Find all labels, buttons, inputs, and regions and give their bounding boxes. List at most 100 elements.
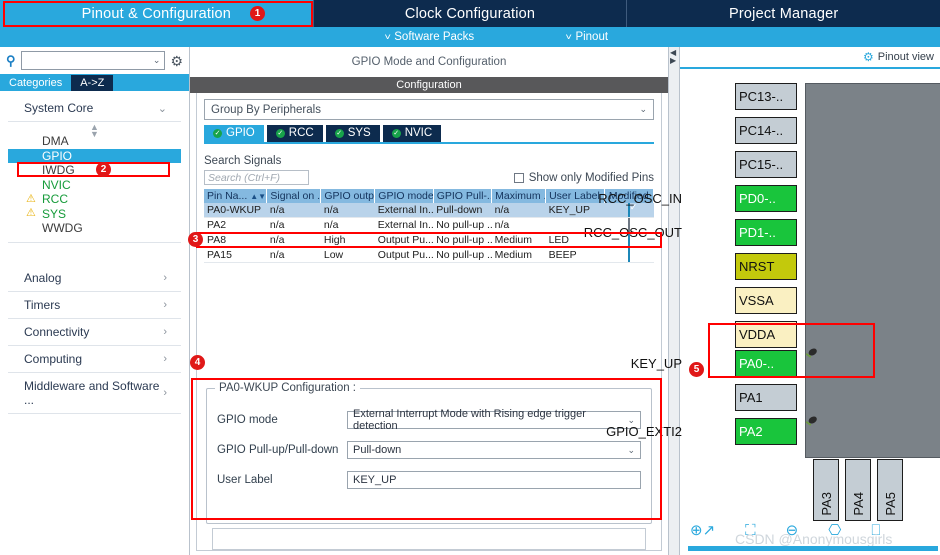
sidebar-item-sys[interactable]: ⚠ SYS [8, 207, 181, 222]
col-signal-on[interactable]: Signal on ... [266, 189, 322, 203]
tab-label: Clock Configuration [404, 5, 536, 22]
sidebar-item-wwdg[interactable]: WWDG [8, 221, 181, 236]
pinout-view-header[interactable]: ⚙ Pinout view [680, 47, 940, 69]
pin-name: PA1 [739, 390, 763, 405]
pin-name: PA4 [850, 492, 866, 516]
pin-pc13[interactable]: PC13-.. [735, 83, 797, 110]
pin-pc14[interactable]: PC14-.. [735, 117, 797, 144]
search-signals-input[interactable]: Search (Ctrl+F) [204, 170, 309, 185]
cell-gpio-mode: Output Pu... [374, 232, 434, 248]
panel-splitter[interactable]: ◀ ▶ [668, 47, 680, 555]
pin-vssa[interactable]: VSSA [735, 287, 797, 314]
annotation-badge-1: 1 [250, 6, 265, 21]
pin-name: PA3 [818, 492, 834, 516]
col-pin-name[interactable]: Pin Na... ▲▼ [204, 189, 268, 203]
pin-nrst[interactable]: NRST [735, 253, 797, 280]
show-modified-pins-checkbox[interactable]: Show only Modified Pins [513, 171, 654, 184]
warning-icon: ⚠ [26, 192, 36, 205]
pin-label-rcc-osc-in: RCC_OSC_IN [598, 191, 682, 206]
tab-rcc[interactable]: ✓ RCC [266, 125, 323, 142]
chevron-right-icon: › [163, 325, 167, 338]
menu-pinout[interactable]: ˅ Pinout [566, 31, 609, 43]
field-label: User Label [217, 474, 273, 486]
watermark: CSDN @Anonymousgirls [735, 531, 893, 547]
cell-maximum: Medium [491, 247, 546, 263]
pin-pa1[interactable]: PA1 [735, 384, 797, 411]
sidebar-group-analog[interactable]: Analog › [8, 265, 181, 292]
user-label-input[interactable]: KEY_UP [347, 471, 641, 489]
sidebar-item-nvic[interactable]: NVIC [8, 178, 181, 193]
pin-configuration-group: PA0-WKUP Configuration : GPIO mode Exter… [206, 382, 652, 524]
chevron-down-icon: ⌄ [152, 55, 161, 65]
config-footer-bar [212, 528, 646, 550]
cell-gpio-mode: Output Pu... [374, 247, 434, 263]
field-label: GPIO mode [217, 414, 278, 426]
sidebar-search-input[interactable]: ⌄ [20, 51, 166, 70]
pin-label-key-up: KEY_UP [630, 356, 682, 371]
scroll-spinner-icon[interactable]: ▲ ▼ [8, 123, 181, 139]
tab-clock-configuration[interactable]: Clock Configuration [314, 0, 628, 27]
pin-pd0[interactable]: PD0-.. [735, 185, 797, 212]
pin-pa4[interactable]: PA4 [845, 459, 871, 521]
pin-name: PC13-.. [739, 89, 784, 104]
pin-pd1[interactable]: PD1-.. [735, 219, 797, 246]
tab-nvic[interactable]: ✓ NVIC [382, 125, 442, 142]
pin-name: PA0-.. [739, 356, 775, 371]
cell-user-label: BEEP [545, 247, 604, 263]
pin-label-rcc-osc-out: RCC_OSC_OUT [583, 225, 682, 240]
item-label: WWDG [42, 221, 83, 236]
splitter-arrows-icon[interactable]: ◀ ▶ [670, 49, 676, 65]
col-gpio-pull[interactable]: GPIO Pull-... [433, 189, 493, 203]
sidebar-tab-categories[interactable]: Categories [0, 75, 71, 91]
sidebar-item-gpio[interactable]: GPIO [8, 148, 181, 163]
sidebar-group-middleware[interactable]: Middleware and Software ... › [8, 373, 181, 414]
pin-pa0-wkup[interactable]: PA0-.. [735, 350, 797, 377]
pin-pc15[interactable]: PC15-.. [735, 151, 797, 178]
zoom-in-icon[interactable]: ⊕↗ [690, 521, 715, 539]
cell-pin-name: PA8 [204, 232, 267, 248]
col-gpio-output[interactable]: GPIO outp... [320, 189, 376, 203]
sidebar-tab-a-to-z[interactable]: A->Z [71, 75, 114, 91]
configuration-body: Group By Peripherals ⌄ ✓ GPIO ✓ RCC ✓ SY… [196, 93, 662, 551]
configuration-title-bar: Configuration [190, 77, 668, 93]
sidebar-item-iwdg[interactable]: IWDG [8, 163, 181, 178]
menu-software-packs[interactable]: ˅ Software Packs [384, 31, 475, 43]
warning-icon: ⚠ [26, 207, 36, 220]
field-user-label: User Label KEY_UP [217, 471, 641, 489]
sidebar-item-dma[interactable]: DMA [8, 134, 181, 149]
chevron-down-icon: ⌄ [627, 444, 635, 455]
item-label: RCC [42, 192, 68, 207]
cell-gpio-output: Low [320, 247, 375, 263]
col-gpio-mode[interactable]: GPIO mode [374, 189, 434, 203]
cell-modified[interactable] [604, 247, 654, 263]
tab-label: Categories [9, 76, 63, 89]
checkbox-label: Show only Modified Pins [528, 171, 654, 184]
pin-vdda[interactable]: VDDA [735, 321, 797, 348]
pin-pa2[interactable]: PA2 [735, 418, 797, 445]
table-row[interactable]: PA15 n/a Low Output Pu... No pull-up ...… [204, 247, 654, 263]
sidebar-group-timers[interactable]: Timers › [8, 292, 181, 319]
chevron-right-icon: › [163, 386, 167, 399]
sidebar-group-computing[interactable]: Computing › [8, 346, 181, 373]
group-label: Timers [24, 297, 61, 312]
tab-pinout-configuration[interactable]: Pinout & Configuration [0, 0, 314, 27]
col-maximum[interactable]: Maximum ... [491, 189, 547, 203]
gear-icon[interactable]: ⚙ [170, 54, 183, 68]
tab-project-manager[interactable]: Project Manager [627, 0, 940, 27]
header-label: GPIO Mode and Configuration [351, 56, 507, 68]
group-by-select[interactable]: Group By Peripherals ⌄ [204, 99, 654, 120]
menu-label: Software Packs [394, 31, 475, 43]
sidebar-view-tabs: Categories A->Z [0, 74, 189, 91]
sidebar-group-system-core[interactable]: System Core ⌄ [8, 95, 181, 122]
pin-pa5[interactable]: PA5 [877, 459, 903, 521]
sidebar-group-connectivity[interactable]: Connectivity › [8, 319, 181, 346]
tab-sys[interactable]: ✓ SYS [325, 125, 380, 142]
check-circle-icon: ✓ [275, 128, 285, 138]
group-label: Connectivity [24, 324, 90, 339]
pin-name: PD1-.. [739, 225, 776, 240]
pin-pa3[interactable]: PA3 [813, 459, 839, 521]
search-signals-label: Search Signals [204, 155, 282, 167]
configuration-panel: GPIO Mode and Configuration Configuratio… [190, 47, 668, 555]
sidebar-item-rcc[interactable]: ⚠ RCC [8, 192, 181, 207]
tab-gpio[interactable]: ✓ GPIO [204, 125, 264, 142]
